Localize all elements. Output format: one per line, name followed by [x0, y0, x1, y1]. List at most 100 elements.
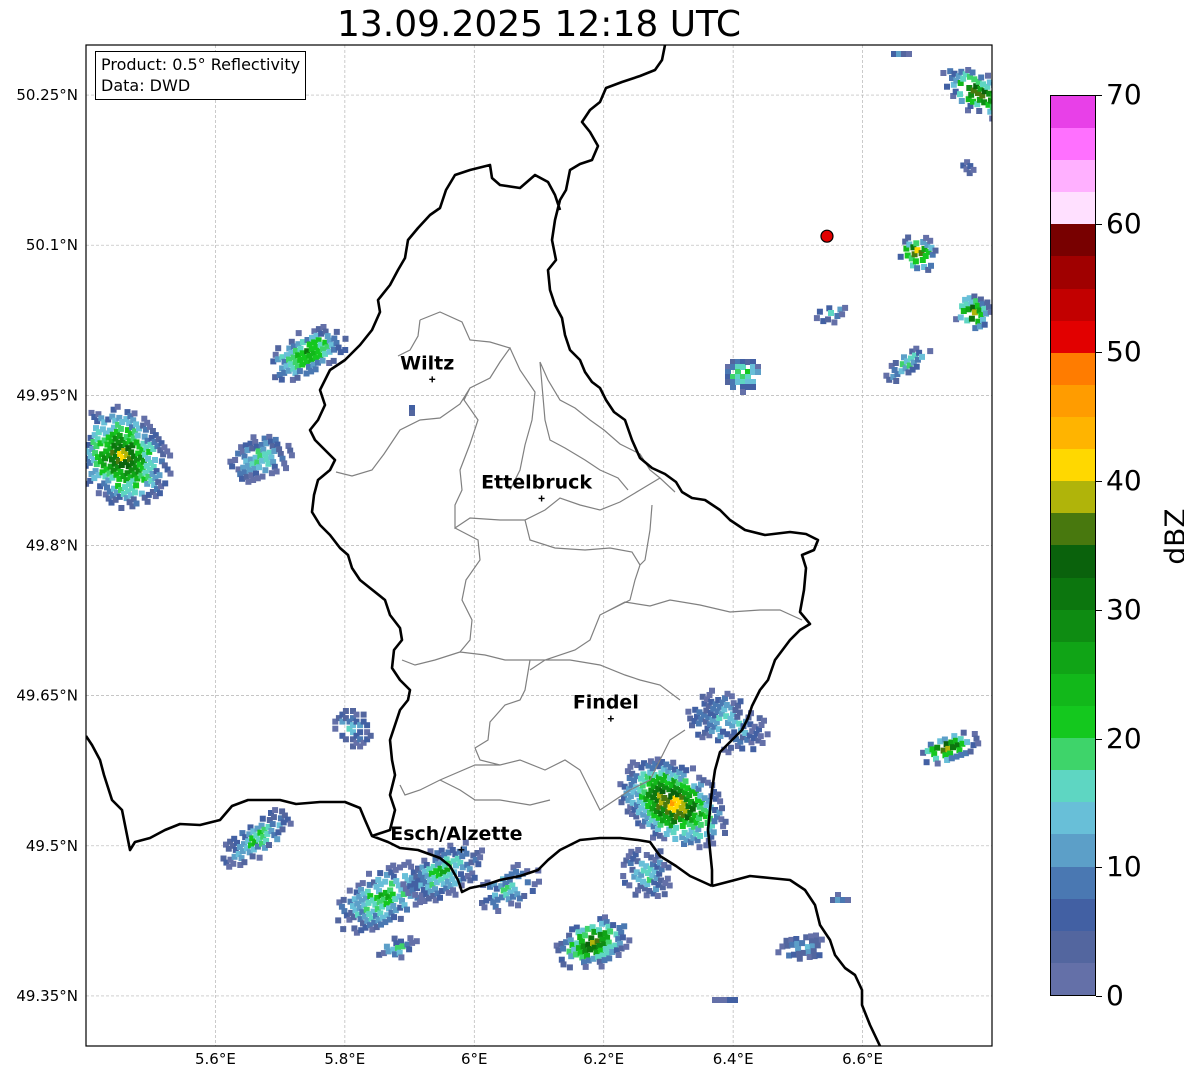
radar-echo-cell — [79, 441, 85, 447]
radar-echo-cell — [266, 842, 272, 848]
colorbar-tick — [1096, 95, 1102, 96]
radar-echo-cell — [391, 914, 397, 921]
radar-echo-cell — [340, 896, 347, 903]
radar-echo-cell — [477, 854, 484, 861]
radar-echo-cell — [814, 942, 821, 949]
radar-echo-cell — [463, 850, 470, 857]
radar-echo-cell — [967, 748, 974, 755]
radar-echo-cell — [270, 814, 277, 821]
radar-echo-cell — [437, 894, 443, 901]
radar-echo-cell — [162, 480, 169, 487]
radar-echo-cell — [273, 468, 280, 475]
colorbar-segment — [1051, 513, 1095, 546]
radar-echo-cell — [275, 345, 282, 352]
radar-echo-cell — [761, 717, 767, 724]
radar-echo-cell — [241, 859, 248, 866]
colorbar-tick-label: 10 — [1106, 850, 1142, 884]
colorbar-tick — [1096, 609, 1102, 611]
radar-echo-cell — [353, 711, 360, 718]
radar-echo-cell — [279, 826, 286, 833]
data-source-label: Data: DWD — [101, 76, 191, 95]
radar-echo-cell — [269, 821, 276, 828]
radar-echo-cell — [413, 938, 420, 945]
radar-echo-cell — [133, 482, 140, 489]
radar-echo-cell — [666, 882, 673, 889]
radar-echo-cell — [710, 840, 717, 847]
city-label: Findel — [573, 692, 639, 714]
lat-tick-label: 49.5°N — [26, 837, 78, 855]
radar-echo-cell — [828, 310, 834, 316]
radar-echo-cell — [278, 376, 285, 383]
radar-echo-cell — [818, 936, 825, 943]
radar-echo-cell — [709, 687, 715, 694]
radar-echo-cell — [479, 847, 485, 854]
radar-echo-cell — [620, 873, 627, 879]
colorbar-segment — [1051, 706, 1095, 739]
colorbar-segment — [1051, 577, 1095, 610]
radar-echo-cell — [495, 908, 502, 914]
radar-echo-cell — [717, 798, 724, 805]
radar-echo-cell — [481, 904, 488, 911]
radar-echo-cell — [670, 759, 677, 766]
radar-echo-cell — [685, 708, 692, 715]
colorbar-segment — [1051, 738, 1095, 771]
radar-echo-cell — [957, 314, 964, 321]
colorbar-tick-label: 0 — [1106, 979, 1124, 1012]
lon-tick-label: 6.6°E — [842, 1050, 883, 1068]
radar-echo-cell — [796, 955, 803, 962]
radar-echo-cell — [732, 997, 738, 1003]
radar-echo-cell — [736, 709, 743, 716]
radar-echo-cell — [816, 308, 823, 315]
radar-echo-cell — [398, 954, 405, 961]
radar-echo-cell — [816, 952, 823, 959]
radar-echo-cell — [524, 879, 531, 886]
radar-echo-cell — [697, 821, 704, 828]
colorbar-segment — [1051, 481, 1095, 514]
city-cross-icon — [538, 495, 545, 502]
radar-echo-cell — [95, 490, 102, 497]
colorbar — [1050, 95, 1096, 996]
radar-echo-cell — [635, 847, 642, 853]
radar-echo-cell — [987, 308, 992, 315]
colorbar-segment — [1051, 802, 1095, 835]
colorbar-tick — [1096, 481, 1102, 483]
radar-echo-cell — [927, 237, 934, 244]
radar-echo-cell — [960, 729, 967, 736]
lon-tick-label: 5.6°E — [195, 1050, 236, 1068]
radar-echo-cell — [364, 722, 371, 729]
lon-tick-label: 6.4°E — [713, 1050, 754, 1068]
graticule — [86, 45, 992, 1046]
lat-tick-label: 49.35°N — [16, 987, 78, 1005]
colorbar-tick-label: 50 — [1106, 335, 1142, 369]
radar-echo-cell — [1008, 103, 1014, 109]
colorbar-segment — [1051, 288, 1095, 321]
radar-echo-cell — [737, 698, 744, 705]
radar-echo-cell — [529, 888, 536, 894]
colorbar-segment — [1051, 770, 1095, 803]
radar-echo-cell — [335, 917, 342, 924]
city-markers: Wiltz Ettelbruck Findel Esch/Alzette — [390, 352, 639, 853]
radar-echo-cell — [342, 736, 349, 743]
radar-echo-cell — [654, 893, 661, 899]
colorbar-segment — [1051, 834, 1095, 867]
radar-echo-cell — [272, 807, 279, 814]
radar-echo-cell — [722, 818, 729, 825]
radar-echo-cell — [134, 432, 141, 439]
radar-echo-cell — [927, 348, 934, 355]
colorbar-title: dBZ — [1158, 508, 1184, 565]
radar-echo-cell — [999, 109, 1005, 115]
radar-echo-cell — [621, 923, 628, 930]
radar-echo-cell — [928, 262, 934, 269]
radar-echo-cell — [79, 423, 85, 429]
colorbar-segment — [1051, 160, 1095, 193]
radar-echo-cell — [996, 85, 1002, 91]
radar-echo-cell — [750, 384, 756, 390]
radar-echo-cell — [940, 70, 947, 76]
lon-tick-label: 6°E — [461, 1050, 488, 1068]
radar-echoes — [73, 51, 1014, 1003]
radar-echo-cell — [514, 862, 521, 868]
radar-echo-cell — [944, 83, 950, 90]
radar-echo-cell — [978, 74, 985, 81]
radar-echo-cell — [357, 729, 364, 736]
radar-echo-cell — [73, 458, 79, 464]
